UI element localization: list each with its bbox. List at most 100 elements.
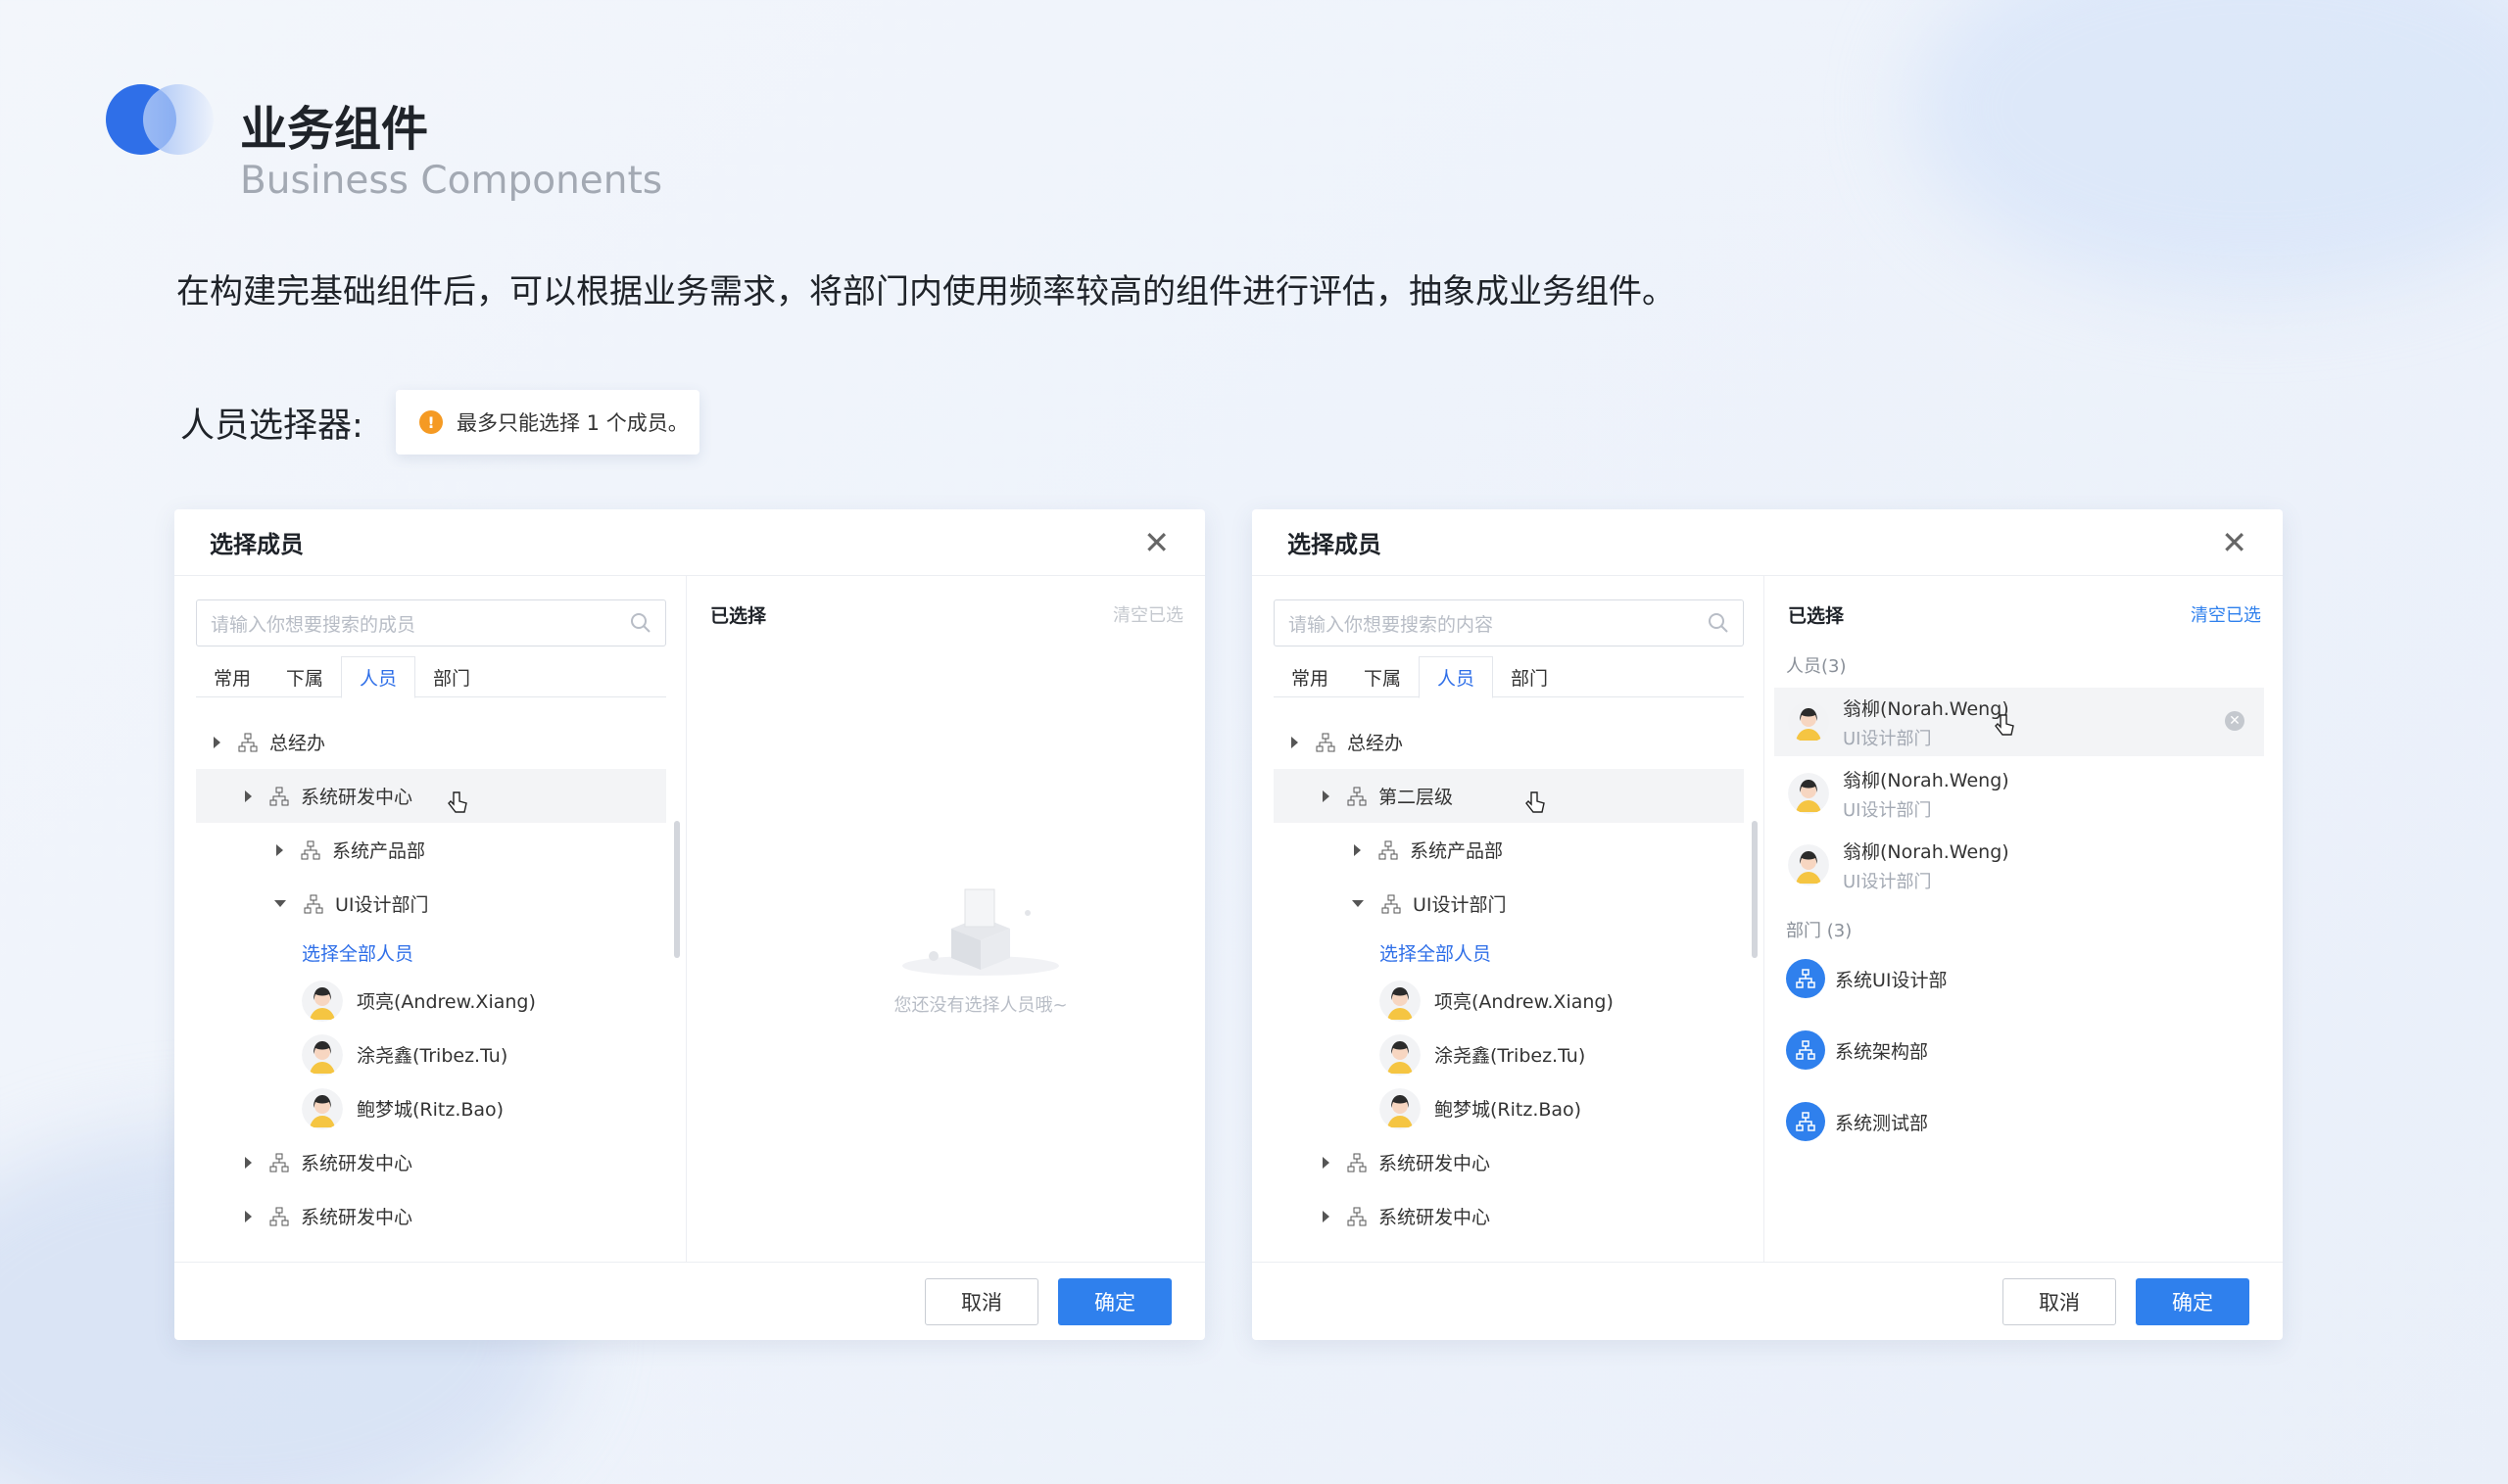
department-icon bbox=[1786, 959, 1825, 998]
warning-icon: ! bbox=[419, 410, 443, 434]
selected-dept[interactable]: 系统UI设计部 bbox=[1786, 957, 1948, 1000]
selected-person[interactable]: 翁柳(Norah.Weng) UI设计部门 ✕ bbox=[1774, 688, 2264, 756]
person-name: 翁柳(Norah.Weng) bbox=[1843, 840, 2009, 863]
expand-arrow-icon[interactable] bbox=[1323, 790, 1329, 802]
close-icon[interactable]: ✕ bbox=[2221, 524, 2247, 561]
search-placeholder: 请输入你想要搜索的成员 bbox=[211, 613, 416, 636]
tree-node[interactable]: 系统研发中心 bbox=[1274, 1189, 1744, 1243]
empty-state: 您还没有选择人员哦~ bbox=[834, 870, 1128, 1017]
clear-selection-link[interactable]: 清空已选 bbox=[2191, 601, 2261, 627]
tree-node-label: 系统研发中心 bbox=[301, 787, 413, 808]
page-title: 业务组件 bbox=[240, 102, 429, 157]
person-name: 翁柳(Norah.Weng) bbox=[1843, 769, 2009, 791]
expand-arrow-icon[interactable] bbox=[245, 1156, 252, 1169]
expand-arrow-icon[interactable] bbox=[1323, 1210, 1329, 1222]
person-item[interactable]: 项亮(Andrew.Xiang) bbox=[196, 974, 666, 1028]
expand-arrow-icon[interactable] bbox=[245, 1210, 252, 1222]
tree-node[interactable]: 第二层级 bbox=[1274, 769, 1744, 823]
expand-arrow-icon[interactable] bbox=[276, 843, 283, 856]
tree-node-label: 第二层级 bbox=[1378, 787, 1454, 808]
close-icon[interactable]: ✕ bbox=[1143, 524, 1170, 561]
tree-node[interactable]: 系统研发中心 bbox=[196, 769, 666, 823]
tree-node-label: UI设计部门 bbox=[335, 894, 429, 916]
page-subtitle: Business Components bbox=[240, 159, 663, 203]
confirm-button[interactable]: 确定 bbox=[2136, 1278, 2249, 1325]
tree-node-label: 系统研发中心 bbox=[1378, 1207, 1491, 1228]
empty-text: 您还没有选择人员哦~ bbox=[893, 995, 1068, 1016]
tree-node[interactable]: 系统产品部 bbox=[1274, 823, 1744, 877]
avatar bbox=[1379, 1087, 1421, 1129]
person-dept: UI设计部门 bbox=[1843, 871, 1932, 892]
person-item[interactable]: 鲍梦城(Ritz.Bao) bbox=[196, 1081, 666, 1135]
dept-section-header: 部门 (3) bbox=[1786, 921, 1853, 941]
org-chart-icon bbox=[1378, 840, 1398, 859]
scrollbar[interactable] bbox=[1752, 821, 1758, 958]
tab-departments[interactable]: 部门 bbox=[415, 656, 488, 697]
selected-dept[interactable]: 系统架构部 bbox=[1786, 1029, 1928, 1072]
people-section-header: 人员(3) bbox=[1786, 656, 1847, 677]
tree-node[interactable]: UI设计部门 bbox=[196, 877, 666, 931]
toast-text: 最多只能选择 1 个成员。 bbox=[457, 411, 689, 435]
tab-departments[interactable]: 部门 bbox=[1493, 656, 1566, 697]
org-chart-icon bbox=[1347, 787, 1367, 805]
selected-dept[interactable]: 系统测试部 bbox=[1786, 1100, 1928, 1143]
page-description: 在构建完基础组件后，可以根据业务需求，将部门内使用频率较高的组件进行评估，抽象成… bbox=[176, 272, 1675, 311]
search-placeholder: 请输入你想要搜索的内容 bbox=[1288, 613, 1494, 636]
confirm-button[interactable]: 确定 bbox=[1058, 1278, 1172, 1325]
tree-node[interactable]: 系统研发中心 bbox=[196, 1135, 666, 1189]
tab-common[interactable]: 常用 bbox=[1274, 656, 1346, 697]
expand-arrow-icon[interactable] bbox=[245, 790, 252, 802]
selected-title: 已选择 bbox=[1788, 605, 1845, 627]
tree-node-label: 系统产品部 bbox=[332, 840, 426, 862]
person-item[interactable]: 项亮(Andrew.Xiang) bbox=[1274, 974, 1744, 1028]
tree-node-label: 系统产品部 bbox=[1410, 840, 1504, 862]
tree-node[interactable]: UI设计部门 bbox=[1274, 877, 1744, 931]
brand-logo bbox=[106, 84, 216, 157]
cancel-button[interactable]: 取消 bbox=[2002, 1278, 2116, 1325]
tab-subordinates[interactable]: 下属 bbox=[268, 656, 341, 697]
search-icon[interactable] bbox=[1708, 612, 1729, 634]
org-chart-icon bbox=[1316, 733, 1335, 751]
select-all-link[interactable]: 选择全部人员 bbox=[302, 939, 413, 966]
tree-node[interactable]: 系统研发中心 bbox=[196, 1189, 666, 1243]
expand-arrow-icon[interactable] bbox=[214, 736, 220, 748]
collapse-arrow-icon[interactable] bbox=[274, 900, 286, 907]
selected-person[interactable]: 翁柳(Norah.Weng) UI设计部门 bbox=[1774, 831, 2264, 899]
search-input[interactable]: 请输入你想要搜索的内容 bbox=[1274, 599, 1744, 646]
cancel-button[interactable]: 取消 bbox=[925, 1278, 1038, 1325]
person-item[interactable]: 鲍梦城(Ritz.Bao) bbox=[1274, 1081, 1744, 1135]
search-icon[interactable] bbox=[630, 612, 651, 634]
person-item[interactable]: 涂尧鑫(Tribez.Tu) bbox=[196, 1028, 666, 1081]
dialog-title: 选择成员 bbox=[210, 531, 304, 558]
remove-icon[interactable]: ✕ bbox=[2225, 711, 2244, 731]
dept-name: 系统UI设计部 bbox=[1835, 969, 1948, 991]
collapse-arrow-icon[interactable] bbox=[1352, 900, 1364, 907]
expand-arrow-icon[interactable] bbox=[1354, 843, 1361, 856]
tree-node[interactable]: 总经办 bbox=[196, 715, 666, 769]
avatar bbox=[1379, 980, 1421, 1022]
person-item[interactable]: 涂尧鑫(Tribez.Tu) bbox=[1274, 1028, 1744, 1081]
tree-node[interactable]: 系统研发中心 bbox=[1274, 1135, 1744, 1189]
tab-subordinates[interactable]: 下属 bbox=[1346, 656, 1419, 697]
tab-people[interactable]: 人员 bbox=[341, 656, 416, 698]
expand-arrow-icon[interactable] bbox=[1291, 736, 1298, 748]
org-chart-icon bbox=[238, 733, 258, 751]
selected-title: 已选择 bbox=[710, 605, 767, 627]
expand-arrow-icon[interactable] bbox=[1323, 1156, 1329, 1169]
avatar bbox=[1788, 773, 1829, 814]
selected-person[interactable]: 翁柳(Norah.Weng) UI设计部门 bbox=[1774, 759, 2264, 828]
search-input[interactable]: 请输入你想要搜索的成员 bbox=[196, 599, 666, 646]
clear-selection-link[interactable]: 清空已选 bbox=[1113, 601, 1183, 627]
tab-common[interactable]: 常用 bbox=[196, 656, 268, 697]
tree-node-label: 系统研发中心 bbox=[301, 1207, 413, 1228]
person-dept: UI设计部门 bbox=[1843, 799, 1932, 821]
tree-node[interactable]: 系统产品部 bbox=[196, 823, 666, 877]
tab-people[interactable]: 人员 bbox=[1419, 656, 1494, 698]
department-icon bbox=[1786, 1030, 1825, 1070]
scrollbar[interactable] bbox=[674, 821, 680, 958]
tree-node[interactable]: 总经办 bbox=[1274, 715, 1744, 769]
dept-name: 系统测试部 bbox=[1835, 1112, 1929, 1134]
select-all-link[interactable]: 选择全部人员 bbox=[1379, 939, 1491, 966]
hand-cursor-icon bbox=[448, 791, 467, 813]
org-chart-icon bbox=[1347, 1153, 1367, 1172]
